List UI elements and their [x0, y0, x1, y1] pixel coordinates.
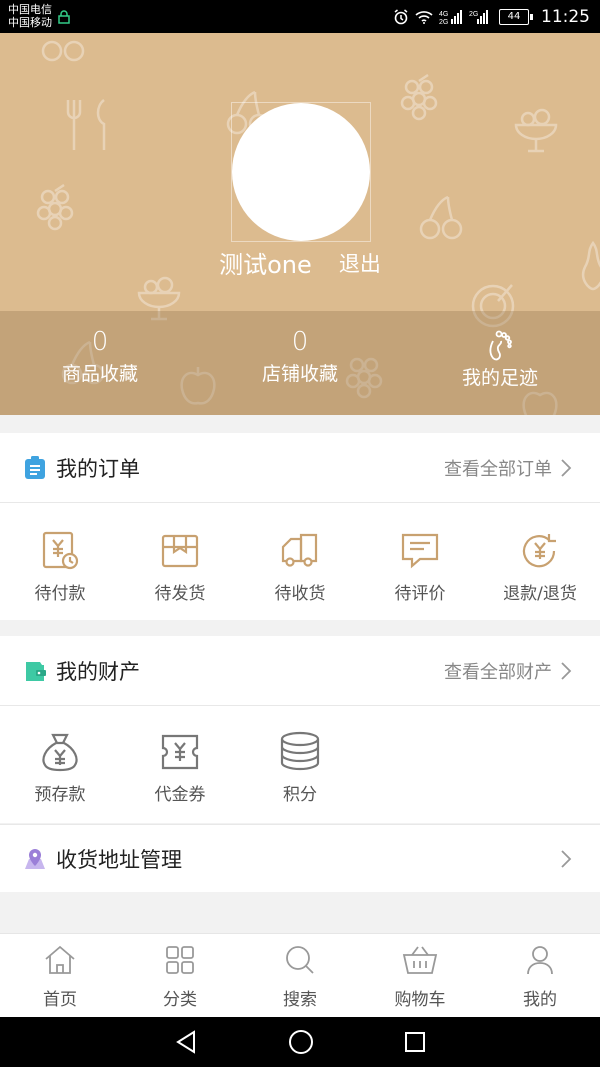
grid-label: 预存款	[34, 785, 86, 805]
order-status-grid: 待付款 待发货 待收货 待评价 退款/退货	[0, 529, 600, 604]
stat-value: 0	[91, 327, 109, 357]
chevron-right-icon	[561, 850, 572, 868]
cherry-icon	[41, 40, 85, 62]
user-icon	[527, 946, 553, 975]
grid-label: 代金券	[154, 785, 206, 805]
search-icon	[286, 946, 314, 974]
clock: 11:25	[541, 7, 590, 27]
orders-card: 我的订单 查看全部订单 待付款 待发货 待收货 待评价 退款/退货	[0, 433, 600, 620]
profile-header: 测试one 退出 0 商品收藏 0 店铺收藏 我的足迹	[0, 33, 600, 415]
svg-text:2G: 2G	[469, 11, 478, 18]
view-all-orders-link[interactable]: 查看全部订单	[444, 455, 572, 481]
tab-profile[interactable]: 我的	[480, 934, 600, 1017]
view-all-assets-label: 查看全部财产	[444, 662, 552, 683]
refund-icon	[522, 534, 556, 568]
bottom-tab-bar: 首页 分类 搜索 购物车 我的	[0, 933, 600, 1017]
view-all-assets-link[interactable]: 查看全部财产	[444, 658, 572, 684]
order-pending-review[interactable]: 待评价	[360, 529, 480, 604]
assets-title: 我的财产	[56, 660, 140, 684]
money-bag-icon	[42, 733, 78, 772]
carrier-2: 中国移动	[8, 16, 52, 29]
order-refund[interactable]: 退款/退货	[480, 529, 600, 604]
address-management-row[interactable]: 收货地址管理	[0, 824, 600, 892]
wifi-icon	[415, 11, 433, 24]
carrier-1: 中国电信	[8, 3, 52, 16]
asset-voucher[interactable]: 代金券	[120, 730, 240, 805]
username: 测试one	[219, 251, 312, 279]
home-icon	[45, 945, 75, 974]
stat-value: 0	[291, 327, 309, 357]
ice-cream-icon	[514, 108, 558, 153]
grapes-icon	[36, 183, 74, 231]
stat-store-favorites[interactable]: 0 店铺收藏	[200, 311, 400, 415]
address-management-label: 收货地址管理	[56, 848, 182, 872]
chevron-right-icon	[561, 662, 572, 680]
user-row: 测试one 退出	[0, 245, 600, 280]
fork-knife-icon	[66, 99, 106, 150]
signal-2g-icon: 2G	[469, 10, 488, 24]
tab-label: 首页	[43, 990, 77, 1010]
tab-home[interactable]: 首页	[0, 934, 120, 1017]
tab-cart[interactable]: 购物车	[360, 934, 480, 1017]
assets-header[interactable]: 我的财产 查看全部财产	[0, 636, 600, 706]
order-pending-payment[interactable]: 待付款	[0, 529, 120, 604]
review-icon	[401, 533, 439, 569]
grid-label: 待付款	[34, 584, 86, 604]
map-pin-icon	[25, 849, 45, 869]
svg-text:4G: 4G	[439, 11, 448, 18]
logout-button[interactable]: 退出	[339, 248, 381, 278]
order-pending-shipment[interactable]: 待发货	[120, 529, 240, 604]
category-icon	[166, 946, 194, 974]
signal-4g-icon: 4G2G	[439, 10, 462, 25]
grid-label: 待发货	[154, 584, 206, 604]
package-icon	[161, 534, 199, 568]
footprint-icon	[489, 330, 512, 361]
assets-grid: 预存款 代金券 积分	[0, 730, 600, 805]
stat-footprints[interactable]: 我的足迹	[400, 311, 600, 415]
grid-label: 待评价	[394, 584, 446, 604]
tab-label: 搜索	[283, 990, 317, 1010]
tab-label: 购物车	[394, 990, 446, 1010]
avatar[interactable]	[232, 103, 370, 241]
grid-label: 退款/退货	[503, 584, 577, 604]
battery-indicator: 44	[499, 9, 533, 25]
orders-title: 我的订单	[56, 457, 140, 481]
grid-label: 积分	[283, 785, 317, 805]
home-circle-icon[interactable]	[288, 1029, 314, 1055]
back-icon[interactable]	[174, 1030, 198, 1054]
tab-label: 分类	[163, 990, 197, 1010]
wallet-icon	[26, 662, 46, 681]
tab-search[interactable]: 搜索	[240, 934, 360, 1017]
stat-product-favorites[interactable]: 0 商品收藏	[0, 311, 200, 415]
status-bar: 中国电信 中国移动 4G 2G 2G 44 11:25	[0, 0, 600, 33]
chevron-right-icon	[561, 459, 572, 477]
stat-label: 商品收藏	[61, 363, 138, 385]
truck-icon	[281, 533, 318, 567]
clipboard-icon	[25, 456, 45, 479]
cart-icon	[402, 946, 438, 974]
voucher-icon	[161, 734, 199, 770]
orders-header[interactable]: 我的订单 查看全部订单	[0, 433, 600, 503]
tab-category[interactable]: 分类	[120, 934, 240, 1017]
stat-label: 店铺收藏	[261, 363, 338, 385]
system-navigation-bar	[0, 1017, 600, 1067]
alarm-icon	[394, 9, 408, 25]
order-pending-receipt[interactable]: 待收货	[240, 529, 360, 604]
tab-label: 我的	[523, 990, 557, 1010]
cherry-icon	[419, 195, 463, 240]
stat-label: 我的足迹	[461, 367, 538, 389]
recent-apps-icon[interactable]	[404, 1031, 426, 1053]
vpn-lock-icon	[58, 10, 70, 24]
grid-label: 待收货	[274, 584, 326, 604]
payment-pending-icon	[42, 531, 79, 570]
carrier-info: 中国电信 中国移动	[8, 3, 52, 29]
asset-deposit[interactable]: 预存款	[0, 730, 120, 805]
svg-text:2G: 2G	[439, 19, 448, 25]
asset-points[interactable]: 积分	[240, 730, 360, 805]
profile-stats: 0 商品收藏 0 店铺收藏 我的足迹	[0, 311, 600, 415]
grapes-icon	[400, 73, 438, 121]
assets-card: 我的财产 查看全部财产 预存款 代金券 积分	[0, 636, 600, 823]
view-all-orders-label: 查看全部订单	[444, 459, 552, 480]
coins-icon	[280, 731, 320, 771]
